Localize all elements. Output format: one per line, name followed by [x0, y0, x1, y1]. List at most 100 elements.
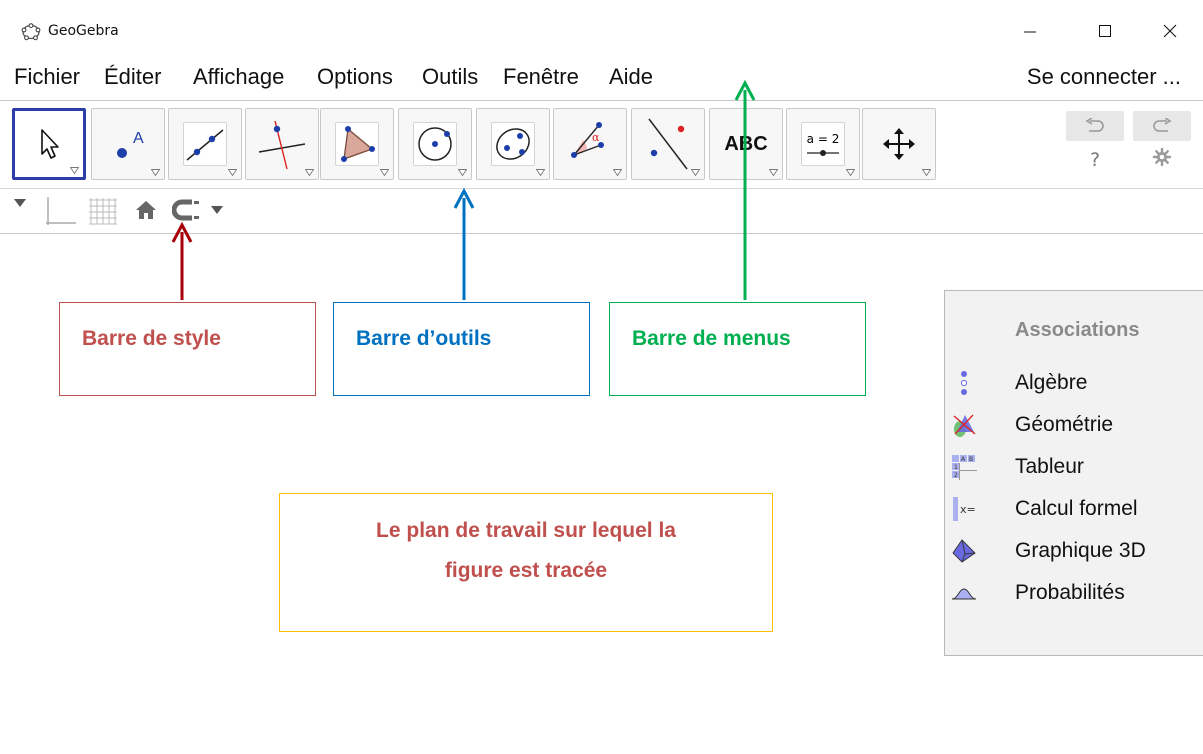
cas-icon: x= [953, 497, 976, 521]
grid-icon[interactable] [87, 196, 119, 226]
minimize-icon [1024, 31, 1036, 33]
algebra-icon [960, 371, 968, 395]
point-capturing-icon[interactable] [172, 198, 202, 222]
menu-bar: Fichier Éditer Affichage Options Outils … [0, 58, 1203, 100]
menu-affichage[interactable]: Affichage [193, 64, 284, 90]
perspective-probability-label: Probabilités [1015, 581, 1125, 604]
dropdown-triangle-icon [846, 169, 855, 176]
workspace-annotation-line1: Le plan de travail sur lequel la [376, 519, 676, 542]
slider-track-icon [807, 150, 839, 156]
menu-aide[interactable]: Aide [609, 64, 653, 90]
axes-icon[interactable] [44, 195, 76, 227]
perspective-cas[interactable]: x= Calcul formel [945, 489, 1203, 529]
polygon-tool-button[interactable] [320, 108, 394, 180]
redo-button[interactable] [1133, 111, 1191, 141]
menu-editer[interactable]: Éditer [104, 64, 161, 90]
style-bar-annotation-text: Barre de style [82, 327, 221, 350]
dropdown-triangle-icon [70, 167, 79, 174]
spreadsheet-icon: A B 1 2 [952, 455, 977, 480]
perspective-spreadsheet-label: Tableur [1015, 455, 1084, 478]
login-link[interactable]: Se connecter ... [1027, 64, 1181, 90]
menu-fichier[interactable]: Fichier [14, 64, 80, 90]
toggle-stylebar-icon[interactable] [13, 198, 27, 208]
style-bar-annotation: Barre de style [59, 302, 316, 396]
geometry-icon [953, 414, 976, 437]
minimize-button[interactable] [1010, 16, 1050, 46]
perspectives-title: Associations [1015, 319, 1140, 341]
point-a-icon: A [117, 130, 144, 158]
svg-text:B: B [969, 456, 973, 463]
ellipse-icon [496, 128, 530, 160]
dropdown-triangle-icon [769, 169, 778, 176]
dropdown-triangle-icon [228, 169, 237, 176]
dropdown-triangle-icon [458, 169, 467, 176]
svg-text:1: 1 [954, 464, 958, 471]
menu-options[interactable]: Options [317, 64, 393, 90]
close-button[interactable] [1150, 16, 1190, 46]
perspective-algebra[interactable]: Algèbre [945, 363, 1203, 403]
perpendicular-line-tool-button[interactable] [245, 108, 319, 180]
reflect-tool-button[interactable] [631, 108, 705, 180]
perspective-probability[interactable]: Probabilités [945, 573, 1203, 613]
menu-fenetre[interactable]: Fenêtre [503, 64, 579, 90]
angle-tool-button[interactable]: α [553, 108, 627, 180]
menu-bar-annotation: Barre de menus [609, 302, 866, 396]
undo-icon [1085, 118, 1104, 132]
maximize-button[interactable] [1085, 16, 1125, 46]
window-title: GeoGebra [48, 23, 119, 39]
circle-tool-button[interactable] [398, 108, 472, 180]
perspective-geometry-label: Géométrie [1015, 413, 1114, 436]
line-tool-button[interactable] [168, 108, 242, 180]
polygon-tool-frame [335, 122, 379, 166]
svg-text:2: 2 [954, 472, 958, 479]
dropdown-triangle-icon [305, 169, 314, 176]
dropdown-triangle-icon [613, 169, 622, 176]
line-through-two-points-icon [186, 129, 224, 161]
svg-text:x=: x= [960, 503, 976, 516]
dropdown-triangle-icon [151, 169, 160, 176]
gear-icon[interactable] [1152, 147, 1172, 167]
move-tool-button[interactable] [12, 108, 86, 180]
tool-bar-annotation-text: Barre d’outils [356, 327, 492, 350]
perspectives-panel: Associations Algèbre Géométrie A B 1 2 T… [944, 290, 1203, 656]
ellipse-tool-button[interactable] [476, 108, 550, 180]
home-icon[interactable] [135, 199, 157, 221]
text-tool-label: ABC [724, 132, 768, 155]
perpendicular-line-icon [258, 120, 306, 170]
perspective-geometry[interactable]: Géométrie [945, 405, 1203, 445]
perspective-graphics-3d-label: Graphique 3D [1015, 539, 1146, 562]
slider-tool-button[interactable]: a = 2 [786, 108, 860, 180]
text-tool-button[interactable]: ABC [709, 108, 783, 180]
title-bar: GeoGebra [0, 0, 1203, 52]
tool-bar-annotation: Barre d’outils [333, 302, 590, 396]
ellipse-tool-frame [491, 122, 535, 166]
style-bar [0, 188, 1203, 234]
close-icon [1163, 24, 1177, 38]
help-icon[interactable]: ? [1090, 149, 1100, 171]
menu-outils[interactable]: Outils [422, 64, 478, 90]
move-view-icon [883, 128, 915, 160]
graphics-3d-icon [952, 539, 976, 563]
probability-icon [951, 588, 977, 600]
circle-center-point-icon [418, 127, 452, 161]
move-graphics-view-tool-button[interactable] [862, 108, 936, 180]
polygon-icon [341, 126, 375, 162]
reflect-about-line-icon [648, 118, 688, 170]
style-bar-arrow [171, 221, 193, 300]
svg-text:A: A [133, 130, 144, 147]
dropdown-arrow-icon[interactable] [210, 205, 224, 215]
dropdown-triangle-icon [922, 169, 931, 176]
svg-text:α: α [592, 131, 600, 144]
toolbar: A α ABC a = 2 ? [0, 100, 1203, 188]
slider-tool-label: a = 2 [806, 132, 840, 146]
perspective-spreadsheet[interactable]: A B 1 2 Tableur [945, 447, 1203, 487]
line-tool-frame [183, 122, 227, 166]
point-tool-button[interactable]: A [91, 108, 165, 180]
circle-tool-frame [413, 122, 457, 166]
maximize-icon [1099, 25, 1111, 37]
redo-icon [1153, 118, 1172, 132]
undo-button[interactable] [1066, 111, 1124, 141]
perspective-algebra-label: Algèbre [1015, 371, 1088, 394]
perspective-graphics-3d[interactable]: Graphique 3D [945, 531, 1203, 571]
slider-tool-frame: a = 2 [801, 122, 845, 166]
